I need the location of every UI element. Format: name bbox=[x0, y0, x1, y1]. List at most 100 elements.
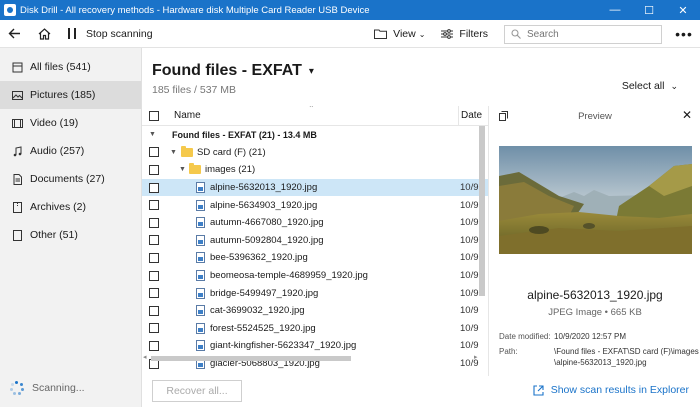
toolbar: Stop scanning View ⌄ Filters ••• bbox=[0, 20, 700, 48]
table-row[interactable]: bridge-5499497_1920.jpg 10/9 bbox=[142, 284, 488, 302]
close-window-button[interactable]: ✕ bbox=[666, 0, 700, 20]
filters-button[interactable]: Filters bbox=[441, 28, 488, 40]
sidebar-item-video[interactable]: Video (19) bbox=[0, 109, 141, 137]
table-row[interactable]: bee-5396362_1920.jpg 10/9 bbox=[142, 249, 488, 267]
preview-title: Preview bbox=[578, 110, 612, 122]
file-name: beomeosa-temple-4689959_1920.jpg bbox=[210, 270, 368, 282]
table-row[interactable]: ▼ Found files - EXFAT (21) - 13.4 MB bbox=[142, 126, 488, 144]
folder-icon bbox=[181, 145, 193, 157]
table-row[interactable]: ▼ images (21) bbox=[142, 161, 488, 179]
back-arrow-icon[interactable] bbox=[2, 22, 26, 46]
table-row[interactable]: giant-kingfisher-5623347_1920.jpg 10/9 bbox=[142, 337, 488, 355]
show-in-explorer-link[interactable]: Show scan results in Explorer bbox=[533, 384, 689, 396]
path-value-line2: \alpine-5632013_1920.jpg bbox=[554, 358, 647, 367]
path-label: Path: bbox=[499, 347, 518, 356]
image-file-icon bbox=[196, 322, 205, 334]
sidebar-item-documents[interactable]: Documents (27) bbox=[0, 165, 141, 193]
row-checkbox[interactable] bbox=[149, 217, 159, 228]
table-row[interactable]: ▼ SD card (F) (21) bbox=[142, 144, 488, 162]
scroll-right-arrow-icon[interactable]: ▸ bbox=[474, 353, 478, 361]
search-input[interactable] bbox=[527, 28, 647, 40]
sidebar-item-label: All files (541) bbox=[30, 61, 91, 73]
file-name: bee-5396362_1920.jpg bbox=[210, 252, 308, 264]
filters-icon bbox=[441, 29, 454, 39]
sidebar-item-audio[interactable]: Audio (257) bbox=[0, 137, 141, 165]
row-checkbox[interactable] bbox=[149, 340, 159, 351]
scrollbar-thumb[interactable] bbox=[151, 356, 351, 361]
row-checkbox[interactable] bbox=[149, 235, 159, 246]
file-date: 10/9 bbox=[460, 199, 479, 211]
select-all-checkbox[interactable] bbox=[149, 110, 159, 121]
table-row[interactable]: autumn-5092804_1920.jpg 10/9 bbox=[142, 232, 488, 250]
filters-label: Filters bbox=[459, 28, 488, 40]
file-table: ⌃ Name Date ▼ Found files - EXFAT (21) -… bbox=[142, 106, 488, 376]
view-label: View bbox=[393, 28, 416, 40]
vertical-scrollbar[interactable] bbox=[478, 126, 486, 376]
table-row[interactable]: beomeosa-temple-4689959_1920.jpg 10/9 bbox=[142, 267, 488, 285]
row-checkbox[interactable] bbox=[149, 182, 159, 193]
row-checkbox[interactable] bbox=[149, 270, 159, 281]
table-row[interactable]: alpine-5634903_1920.jpg 10/9 bbox=[142, 196, 488, 214]
view-button[interactable]: View ⌄ bbox=[374, 28, 425, 40]
row-checkbox[interactable] bbox=[149, 323, 159, 334]
main-panel: Found files - EXFAT ▾ 185 files / 537 MB… bbox=[142, 48, 700, 407]
file-name: autumn-5092804_1920.jpg bbox=[210, 234, 324, 246]
table-row[interactable]: cat-3699032_1920.jpg 10/9 bbox=[142, 302, 488, 320]
row-checkbox[interactable] bbox=[149, 147, 159, 158]
scroll-left-arrow-icon[interactable]: ◂ bbox=[143, 353, 147, 361]
image-file-icon bbox=[196, 234, 205, 246]
row-checkbox[interactable] bbox=[149, 252, 159, 263]
home-icon[interactable] bbox=[32, 22, 56, 46]
image-file-icon bbox=[196, 182, 205, 194]
table-row[interactable]: autumn-4667080_1920.jpg 10/9 bbox=[142, 214, 488, 232]
stop-scanning-button[interactable]: Stop scanning bbox=[64, 28, 153, 40]
footer-bar: Recover all... Show scan results in Expl… bbox=[142, 376, 700, 407]
sidebar-item-other[interactable]: Other (51) bbox=[0, 221, 141, 249]
pause-icon bbox=[68, 28, 76, 39]
sidebar-item-label: Video (19) bbox=[30, 117, 79, 129]
sidebar-item-all-files[interactable]: All files (541) bbox=[0, 53, 141, 81]
row-checkbox[interactable] bbox=[149, 200, 159, 211]
more-options-button[interactable]: ••• bbox=[674, 26, 694, 42]
row-checkbox[interactable] bbox=[149, 164, 159, 175]
maximize-button[interactable]: ☐ bbox=[632, 0, 666, 20]
page-title[interactable]: Found files - EXFAT ▾ bbox=[152, 62, 314, 80]
external-link-icon bbox=[533, 384, 544, 396]
scrollbar-thumb[interactable] bbox=[479, 126, 485, 296]
select-all-dropdown[interactable]: Select all ⌄ bbox=[622, 80, 678, 92]
sidebar-item-pictures[interactable]: Pictures (185) bbox=[0, 81, 141, 109]
search-field[interactable] bbox=[504, 24, 662, 44]
column-header-name[interactable]: Name bbox=[174, 110, 201, 121]
collapse-arrow-icon[interactable]: ▼ bbox=[170, 149, 177, 156]
chevron-down-icon: ⌄ bbox=[670, 80, 678, 91]
close-icon[interactable]: ✕ bbox=[682, 108, 692, 122]
image-file-icon bbox=[196, 270, 205, 282]
select-all-label: Select all bbox=[621, 80, 665, 92]
sidebar-item-label: Documents (27) bbox=[30, 173, 105, 185]
file-date: 10/9 bbox=[460, 322, 479, 334]
disk-drill-app-icon bbox=[4, 4, 16, 16]
row-checkbox[interactable] bbox=[149, 288, 159, 299]
path-row-continued: \alpine-5632013_1920.jpg bbox=[499, 358, 647, 367]
image-file-icon bbox=[196, 199, 205, 211]
recover-all-button[interactable]: Recover all... bbox=[152, 380, 242, 402]
table-row[interactable]: forest-5524525_1920.jpg 10/9 bbox=[142, 320, 488, 338]
file-date: 10/9 bbox=[460, 252, 479, 264]
documents-icon bbox=[11, 173, 23, 185]
folder-view-icon bbox=[374, 29, 388, 39]
file-name: forest-5524525_1920.jpg bbox=[210, 322, 316, 334]
preview-panel: Preview ✕ alpine-5632013_1920.jpg JPEG I… bbox=[488, 106, 700, 376]
collapse-arrow-icon[interactable]: ▼ bbox=[149, 131, 156, 138]
minimize-button[interactable]: — bbox=[598, 0, 632, 20]
archives-icon bbox=[11, 201, 23, 213]
preview-file-type: JPEG Image • 665 KB bbox=[548, 307, 642, 318]
horizontal-scrollbar[interactable]: ◂ ▸ bbox=[142, 354, 482, 362]
column-header-date[interactable]: Date bbox=[458, 106, 482, 126]
sidebar-item-archives[interactable]: Archives (2) bbox=[0, 193, 141, 221]
chevron-down-icon: ▾ bbox=[308, 65, 314, 77]
row-checkbox[interactable] bbox=[149, 305, 159, 316]
video-icon bbox=[11, 117, 23, 129]
table-row[interactable]: alpine-5632013_1920.jpg 10/9 bbox=[142, 178, 488, 197]
chevron-down-icon: ⌄ bbox=[418, 29, 426, 39]
collapse-arrow-icon[interactable]: ▼ bbox=[179, 166, 186, 173]
